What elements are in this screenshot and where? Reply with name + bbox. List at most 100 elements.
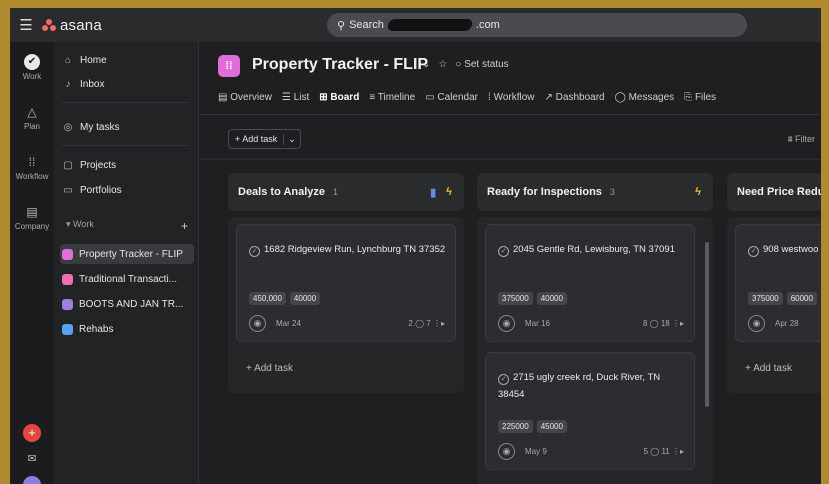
- field-chip: 60000: [786, 292, 817, 305]
- rail-item-workflow[interactable]: ⁞⁞ Workflow: [10, 154, 54, 181]
- work-section-header[interactable]: ▾ Work +: [66, 219, 188, 233]
- sidebar-item-project[interactable]: Traditional Transacti...: [62, 269, 194, 289]
- document-icon[interactable]: ▮: [430, 186, 436, 199]
- sidebar-item-project[interactable]: Rehabs: [62, 319, 194, 339]
- task-card[interactable]: ✓ 2715 ugly creek rd, Duck River, TN 3845…: [485, 352, 695, 470]
- assignee-avatar-icon[interactable]: ◉: [249, 315, 266, 332]
- sidebar-item-portfolios[interactable]: ▭ Portfolios: [62, 180, 194, 200]
- search-input[interactable]: ⚲ Search .com: [327, 13, 747, 37]
- task-meta: ◉ May 9 5 ◯ 11 ⋮▸: [498, 443, 684, 460]
- chevron-down-icon[interactable]: ⌄: [283, 133, 300, 145]
- sidebar-item-label: Property Tracker - FLIP: [79, 248, 183, 260]
- mail-icon[interactable]: ✉: [23, 450, 41, 468]
- tab-list[interactable]: ☰ List: [282, 92, 309, 103]
- sidebar-item-my-tasks[interactable]: ◎ My tasks: [62, 117, 194, 137]
- lightning-icon[interactable]: ϟ: [695, 186, 701, 198]
- tab-dashboard[interactable]: ↗ Dashboard: [545, 92, 605, 103]
- tab-workflow[interactable]: ⁞ Workflow: [488, 92, 535, 103]
- home-icon: ⌂: [64, 54, 72, 66]
- task-title-text: 908 westwoo 37388: [763, 244, 821, 255]
- lightning-icon[interactable]: ϟ: [446, 186, 452, 199]
- column-header[interactable]: Ready for Inspections 3 ϟ: [477, 173, 713, 211]
- check-circle-icon: ✔: [24, 54, 40, 70]
- star-icon[interactable]: ☆: [438, 59, 447, 70]
- tab-label: List: [293, 92, 310, 103]
- field-chip: 375000: [498, 292, 533, 305]
- column-scrollbar[interactable]: [705, 242, 709, 407]
- tab-label: Timeline: [377, 92, 416, 103]
- assignee-avatar-icon[interactable]: ◉: [498, 315, 515, 332]
- tab-timeline[interactable]: ≡ Timeline: [369, 92, 415, 103]
- sidebar-item-label: Projects: [80, 159, 117, 171]
- avatar[interactable]: [23, 476, 41, 484]
- tab-messages[interactable]: ◯ Messages: [615, 92, 675, 103]
- global-rail: ✔ Work △ Plan ⁞⁞ Workflow ▤ Company + ✉: [10, 42, 54, 484]
- column-header[interactable]: Deals to Analyze 1 ▮ ϟ: [228, 173, 464, 211]
- project-color-icon: [62, 323, 73, 335]
- sidebar-item-home[interactable]: ⌂ Home: [62, 50, 194, 70]
- subtask-count[interactable]: 11 ⋮▸: [659, 447, 684, 456]
- main-area: ⁞⁞ Property Tracker - FLIP ⌄ ☆ ○ Set sta…: [200, 42, 821, 484]
- assignee-avatar-icon[interactable]: ◉: [498, 443, 515, 460]
- comment-count: 2 ◯: [408, 319, 425, 328]
- divider: [62, 145, 190, 146]
- sidebar: ⌂ Home ♪ Inbox ◎ My tasks ▢ Projects ▭ P…: [54, 42, 199, 484]
- rail-item-work[interactable]: ✔ Work: [10, 54, 54, 81]
- custom-fields: 450,000 40000: [249, 292, 321, 305]
- rail-item-company[interactable]: ▤ Company: [10, 204, 54, 231]
- subtask-count[interactable]: 18 ⋮▸: [659, 319, 684, 328]
- task-card[interactable]: ✓ 1682 Ridgeview Run, Lynchburg TN 37352 …: [236, 224, 456, 342]
- divider: [200, 159, 821, 160]
- sidebar-item-project[interactable]: BOOTS AND JAN TR...: [62, 294, 194, 314]
- add-task-button[interactable]: + Add task ⌄: [228, 129, 301, 149]
- due-date: Apr 28: [775, 319, 799, 328]
- check-circle-icon[interactable]: ✓: [498, 374, 509, 385]
- filter-button[interactable]: ⩩ Filter: [788, 134, 815, 145]
- asana-logo[interactable]: asana: [42, 17, 102, 34]
- workflow-icon: ⁞⁞: [28, 155, 36, 169]
- add-task-link[interactable]: + Add task: [745, 363, 792, 374]
- add-task-link[interactable]: + Add task: [246, 363, 293, 374]
- rail-item-plan[interactable]: △ Plan: [10, 104, 54, 131]
- page-title[interactable]: Property Tracker - FLIP: [252, 56, 428, 74]
- check-circle-icon[interactable]: ✓: [498, 246, 509, 257]
- task-meta: ◉ Mar 16 8 ◯ 18 ⋮▸: [498, 315, 684, 332]
- project-color-icon: [62, 248, 73, 260]
- tab-calendar[interactable]: ▭ Calendar: [425, 92, 478, 103]
- subtask-count[interactable]: 7 ⋮▸: [424, 319, 445, 328]
- field-chip: 225000: [498, 420, 533, 433]
- app-window: ☰ asana ⚲ Search .com ✔ Work △ Plan ⁞⁞ W…: [10, 8, 821, 484]
- sidebar-item-projects[interactable]: ▢ Projects: [62, 155, 194, 175]
- task-card[interactable]: ✓ 908 westwoo 37388 375000 60000 ◉ Apr 28: [735, 224, 821, 342]
- task-card[interactable]: ✓ 2045 Gentle Rd, Lewisburg, TN 37091 375…: [485, 224, 695, 342]
- task-title-text: 2715 ugly creek rd, Duck River, TN 38454: [498, 372, 661, 400]
- task-title: ✓ 1682 Ridgeview Run, Lynchburg TN 37352: [249, 241, 447, 258]
- subtask-number: 18: [660, 319, 670, 328]
- sidebar-item-label: BOOTS AND JAN TR...: [79, 298, 184, 310]
- tab-label: Messages: [628, 92, 675, 103]
- project-board-icon: ⁞⁞: [218, 55, 240, 77]
- tab-overview[interactable]: ▤ Overview: [218, 92, 272, 103]
- tab-files[interactable]: ⎘ Files: [684, 92, 716, 103]
- sidebar-item-inbox[interactable]: ♪ Inbox: [62, 74, 194, 94]
- logo-text: asana: [60, 16, 102, 34]
- add-project-icon[interactable]: +: [181, 219, 188, 233]
- menu-icon[interactable]: ☰: [10, 16, 42, 34]
- sidebar-item-project[interactable]: Property Tracker - FLIP: [60, 244, 194, 264]
- field-chip: 40000: [536, 292, 567, 305]
- chevron-down-icon[interactable]: ⌄: [422, 59, 430, 70]
- filter-label: Filter: [795, 134, 815, 144]
- sidebar-item-label: Rehabs: [79, 323, 114, 335]
- check-circle-icon[interactable]: ✓: [748, 246, 759, 257]
- check-circle-icon[interactable]: ✓: [249, 246, 260, 257]
- task-meta: ◉ Apr 28: [748, 315, 821, 332]
- comment-count: 5 ◯: [643, 447, 660, 456]
- rail-label: Workflow: [15, 172, 49, 181]
- search-suffix: .com: [475, 19, 500, 31]
- set-status-button[interactable]: ○ Set status: [455, 59, 508, 70]
- create-plus-icon[interactable]: +: [23, 424, 41, 442]
- sidebar-item-label: Home: [80, 54, 107, 66]
- tab-board[interactable]: ⊞ Board: [319, 92, 359, 103]
- assignee-avatar-icon[interactable]: ◉: [748, 315, 765, 332]
- column-header[interactable]: Need Price Redu: [727, 173, 821, 211]
